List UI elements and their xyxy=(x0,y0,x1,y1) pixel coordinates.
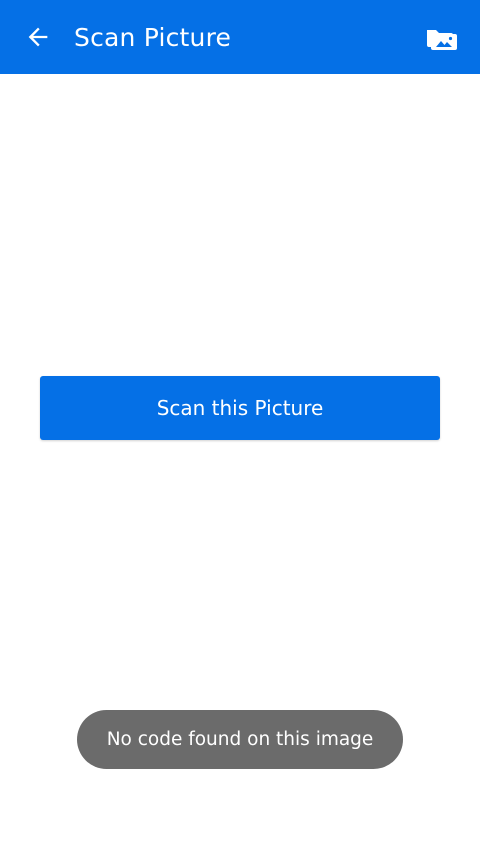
scan-this-picture-button[interactable]: Scan this Picture xyxy=(40,376,440,440)
toast-message: No code found on this image xyxy=(77,710,403,769)
app-bar: Scan Picture xyxy=(0,0,480,74)
arrow-left-icon xyxy=(28,27,48,47)
photo-folder-icon xyxy=(427,30,457,50)
page-title: Scan Picture xyxy=(74,23,232,52)
gallery-button[interactable] xyxy=(418,13,466,61)
back-button[interactable] xyxy=(14,13,62,61)
